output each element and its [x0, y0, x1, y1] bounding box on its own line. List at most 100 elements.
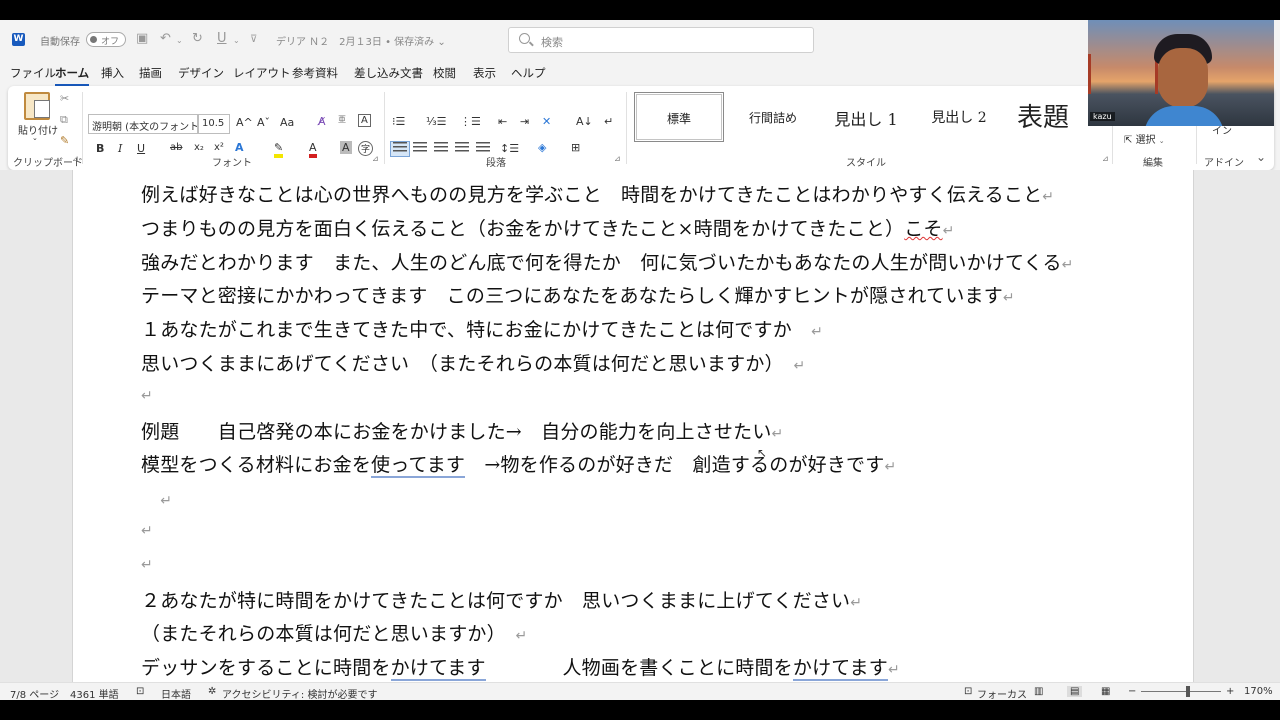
autosave-toggle[interactable]: オフ: [86, 32, 126, 47]
zoom-in-icon[interactable]: +: [1226, 686, 1234, 697]
asian-layout-icon[interactable]: ✕: [542, 115, 551, 128]
strikethrough-button[interactable]: ab: [170, 142, 182, 153]
paragraph-line[interactable]: ２あなたが特に時間をかけてきたことは何ですか 思いつくままに上げてください↵: [141, 586, 862, 613]
tab-design[interactable]: デザイン: [178, 65, 224, 81]
superscript-button[interactable]: x²: [214, 142, 224, 153]
align-left-button[interactable]: [390, 141, 410, 157]
cut-icon[interactable]: ✂: [60, 92, 69, 105]
paste-button[interactable]: 貼り付け: [18, 122, 58, 137]
document-title[interactable]: デリア Ｎ２ 2月１3日 • 保存済み ⌄: [276, 33, 446, 48]
web-layout-icon[interactable]: ▦: [1101, 686, 1110, 697]
paragraph-line[interactable]: テーマと密接にかかわってきます この三つにあなたをあなたらしく輝かすヒントが隠さ…: [141, 281, 1015, 308]
subscript-button[interactable]: x₂: [194, 142, 204, 153]
paragraph-line[interactable]: 模型をつくる材料にお金を使ってます →物を作るのが好きだ 創造するのが好きです↵: [141, 450, 896, 479]
zoom-level[interactable]: 170%: [1244, 686, 1273, 697]
font-name-combo[interactable]: 游明朝 (本文のフォント: [88, 114, 198, 134]
font-launcher-icon[interactable]: ⊿: [372, 154, 379, 163]
tab-mailings[interactable]: 差し込み文書: [354, 65, 423, 81]
tab-view[interactable]: 表示: [473, 65, 496, 81]
zoom-slider-thumb[interactable]: [1185, 686, 1190, 697]
language-indicator[interactable]: 日本語: [161, 686, 191, 700]
paragraph-launcher-icon[interactable]: ⊿: [614, 154, 621, 163]
copy-icon[interactable]: ⧉: [60, 113, 68, 127]
change-case-button[interactable]: Aa: [280, 116, 294, 129]
focus-mode-button[interactable]: フォーカス: [977, 686, 1027, 700]
grow-font-button[interactable]: A^: [236, 116, 253, 129]
tab-references[interactable]: 参考資料: [292, 65, 338, 81]
zoom-slider[interactable]: [1141, 691, 1221, 692]
style-no-spacing[interactable]: 行間詰め: [728, 92, 818, 142]
select-button[interactable]: ⇱ 選択 ⌄: [1124, 131, 1165, 146]
bold-button[interactable]: B: [96, 142, 104, 155]
underline-qat-icon[interactable]: U: [217, 31, 227, 46]
qat-dropdown-icon[interactable]: ⌄: [233, 36, 240, 45]
align-right-button[interactable]: [434, 142, 448, 156]
italic-button[interactable]: I: [118, 142, 122, 155]
paste-dropdown-icon[interactable]: ⌄: [32, 134, 38, 142]
paragraph-line[interactable]: 例題 自己啓発の本にお金をかけました→ 自分の能力を向上させたい↵: [141, 417, 783, 444]
text-effects-icon[interactable]: A: [235, 141, 244, 154]
word-count[interactable]: 4361 単語: [70, 686, 119, 700]
style-title[interactable]: 表題: [1004, 92, 1082, 142]
tab-draw[interactable]: 描画: [139, 65, 162, 81]
format-painter-icon[interactable]: ✎: [60, 134, 69, 147]
bullets-icon[interactable]: ⁝☰: [392, 115, 405, 128]
borders-icon[interactable]: ⊞: [571, 141, 580, 154]
paragraph-line[interactable]: ↵: [141, 484, 172, 511]
search-box[interactable]: 検索: [508, 27, 814, 53]
paragraph-line[interactable]: 例えば好きなことは心の世界へものの見方を学ぶこと 時間をかけてきたことはわかりや…: [141, 180, 1054, 207]
paragraph-line[interactable]: 強みだとわかります また、人生のどん底で何を得たか 何に気づいたかもあなたの人生…: [141, 248, 1074, 275]
phonetic-guide-icon[interactable]: 亜: [338, 114, 346, 125]
zoom-out-icon[interactable]: −: [1128, 686, 1136, 697]
style-heading-2[interactable]: 見出し 2: [914, 92, 1004, 142]
decrease-indent-icon[interactable]: ⇤: [498, 115, 507, 128]
justify-button[interactable]: [455, 142, 469, 156]
font-color-icon[interactable]: A: [309, 141, 317, 158]
underline-button[interactable]: U: [137, 142, 145, 155]
print-layout-icon[interactable]: ▤: [1067, 686, 1083, 697]
paragraph-line[interactable]: デッサンをすることに時間をかけてます 人物画を書くことに時間をかけてます↵: [141, 653, 900, 682]
character-border-icon[interactable]: A: [358, 114, 371, 127]
styles-launcher-icon[interactable]: ⊿: [1102, 154, 1109, 163]
accessibility-status[interactable]: アクセシビリティ: 検討が必要です: [222, 686, 377, 700]
paragraph-line[interactable]: ↵: [141, 518, 153, 540]
shrink-font-button[interactable]: Aˇ: [257, 116, 270, 129]
save-icon[interactable]: ▣: [136, 31, 148, 46]
undo-dropdown-icon[interactable]: ⌄: [176, 36, 183, 45]
paragraph-line[interactable]: ↵: [141, 552, 153, 574]
paragraph-line[interactable]: １あなたがこれまで生きてきた中で、特にお金にかけてきたことは何ですか ↵: [141, 315, 823, 342]
paragraph-line[interactable]: （またそれらの本質は何だと思いますか） ↵: [141, 619, 527, 646]
character-shading-icon[interactable]: A: [340, 141, 352, 154]
clipboard-launcher-icon[interactable]: ⊿: [72, 154, 79, 163]
undo-icon[interactable]: ↶: [160, 31, 171, 46]
numbering-icon[interactable]: ⅓☰: [426, 115, 447, 128]
collapse-ribbon-icon[interactable]: ⌄: [1256, 150, 1266, 164]
align-center-button[interactable]: [413, 142, 427, 156]
tab-layout[interactable]: レイアウト: [233, 65, 291, 81]
tab-file[interactable]: ファイル: [10, 65, 56, 81]
highlight-icon[interactable]: ✎: [274, 141, 284, 158]
tab-insert[interactable]: 挿入: [101, 65, 124, 81]
style-heading-1[interactable]: 見出し 1: [818, 92, 914, 142]
page-count[interactable]: 7/8 ページ: [10, 686, 59, 700]
tab-help[interactable]: ヘルプ: [511, 65, 546, 81]
paste-icon[interactable]: [24, 92, 50, 120]
redo-icon[interactable]: ↻: [192, 31, 203, 46]
customize-qat-icon[interactable]: ⊽: [250, 34, 257, 45]
font-size-combo[interactable]: 10.5: [198, 114, 230, 134]
clear-formatting-icon[interactable]: A̸: [318, 115, 326, 128]
paragraph-line[interactable]: ↵: [141, 383, 153, 405]
multilevel-list-icon[interactable]: ⋮☰: [460, 115, 481, 128]
proofing-icon[interactable]: ⊡: [136, 686, 144, 697]
tab-home[interactable]: ホーム: [55, 65, 90, 86]
enclose-characters-icon[interactable]: 字: [358, 141, 374, 156]
tab-review[interactable]: 校閲: [433, 65, 456, 81]
sort-icon[interactable]: A↓: [576, 115, 593, 128]
style-normal[interactable]: 標準: [634, 92, 724, 142]
paragraph-line[interactable]: つまりものの見方を面白く伝えること（お金をかけてきたこと×時間をかけてきたこと）…: [141, 214, 955, 241]
paragraph-line[interactable]: 思いつくままにあげてください （またそれらの本質は何だと思いますか） ↵: [141, 349, 805, 376]
show-marks-icon[interactable]: ↵: [604, 115, 613, 128]
document-page[interactable]: 例えば好きなことは心の世界へものの見方を学ぶこと 時間をかけてきたことはわかりや…: [72, 170, 1194, 682]
read-mode-icon[interactable]: ▥: [1034, 686, 1043, 697]
shading-icon[interactable]: ◈: [538, 141, 546, 154]
